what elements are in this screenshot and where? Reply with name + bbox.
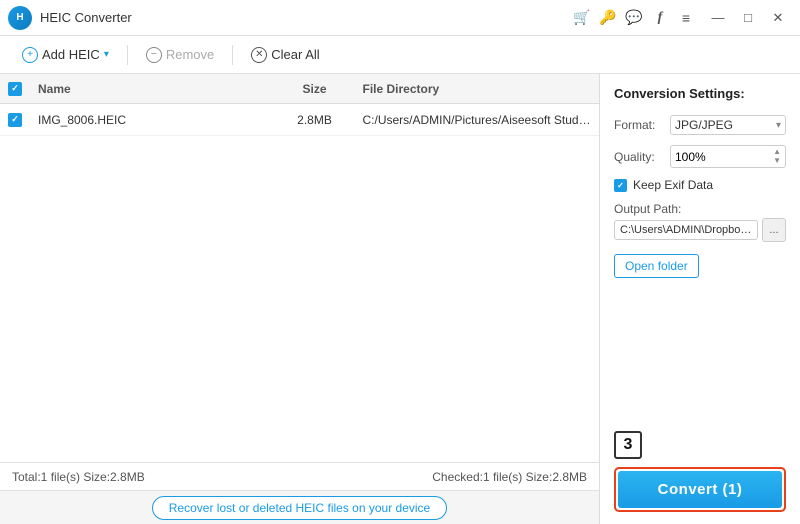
header-checkbox[interactable]: [8, 82, 22, 96]
quality-down-arrow[interactable]: ▼: [773, 157, 781, 165]
toolbar-sep-2: [232, 45, 233, 65]
menu-icon[interactable]: ≡: [676, 8, 696, 28]
quality-up-arrow[interactable]: ▲: [773, 148, 781, 156]
table-row[interactable]: IMG_8006.HEIC 2.8MB C:/Users/ADMIN/Pictu…: [0, 104, 599, 136]
clear-label: Clear All: [271, 47, 319, 62]
clear-all-button[interactable]: ✕ Clear All: [241, 43, 329, 67]
table-body: IMG_8006.HEIC 2.8MB C:/Users/ADMIN/Pictu…: [0, 104, 599, 462]
status-right: Checked:1 file(s) Size:2.8MB: [304, 470, 588, 484]
quality-row: Quality: 100% ▲ ▼: [614, 145, 786, 168]
minimize-button[interactable]: —: [704, 4, 732, 32]
row-checkbox[interactable]: [8, 113, 22, 127]
file-panel: Name Size File Directory IMG_8006.HEIC 2…: [0, 74, 600, 524]
key-icon[interactable]: 🔑: [598, 8, 618, 28]
col-header-check: [0, 82, 30, 96]
output-path-section: Output Path: C:\Users\ADMIN\Dropbox\PC\ …: [614, 202, 786, 242]
row-directory: C:/Users/ADMIN/Pictures/Aiseesoft Studio…: [355, 113, 600, 127]
row-checkbox-cell: [0, 113, 30, 127]
format-value: JPG/JPEG: [675, 118, 733, 132]
quality-input[interactable]: 100% ▲ ▼: [670, 145, 786, 168]
browse-button[interactable]: ...: [762, 218, 786, 242]
format-row: Format: JPG/JPEG ▾: [614, 115, 786, 135]
convert-button-wrapper: Convert (1): [614, 467, 786, 512]
remove-icon: −: [146, 47, 162, 63]
clear-icon: ✕: [251, 47, 267, 63]
toolbar-sep-1: [127, 45, 128, 65]
titlebar-extra-icons: 🛒 🔑 💬 f ≡: [572, 8, 696, 28]
convert-section: 3 Convert (1): [614, 421, 786, 512]
status-left: Total:1 file(s) Size:2.8MB: [12, 470, 296, 484]
maximize-button[interactable]: □: [734, 4, 762, 32]
toolbar: + Add HEIC ▾ − Remove ✕ Clear All: [0, 36, 800, 74]
output-path-label: Output Path:: [614, 202, 786, 216]
add-heic-button[interactable]: + Add HEIC ▾: [12, 43, 119, 67]
col-header-name: Name: [30, 82, 275, 96]
col-header-dir: File Directory: [355, 82, 600, 96]
exif-label: Keep Exif Data: [633, 178, 713, 192]
remove-label: Remove: [166, 47, 214, 62]
quality-label: Quality:: [614, 150, 664, 164]
output-path-box: C:\Users\ADMIN\Dropbox\PC\: [614, 220, 758, 240]
title-bar: H HEIC Converter 🛒 🔑 💬 f ≡ — □ ✕: [0, 0, 800, 36]
add-label: Add HEIC: [42, 47, 100, 62]
row-size: 2.8MB: [275, 113, 355, 127]
remove-button[interactable]: − Remove: [136, 43, 224, 67]
recover-bar: Recover lost or deleted HEIC files on yo…: [0, 490, 599, 524]
row-checkbox-wrap: [8, 113, 22, 127]
add-dropdown-arrow: ▾: [104, 49, 109, 60]
cart-icon[interactable]: 🛒: [572, 8, 592, 28]
chat-icon[interactable]: 💬: [624, 8, 644, 28]
status-bar: Total:1 file(s) Size:2.8MB Checked:1 fil…: [0, 462, 599, 490]
settings-panel: Conversion Settings: Format: JPG/JPEG ▾ …: [600, 74, 800, 524]
add-icon: +: [22, 47, 38, 63]
quality-arrows: ▲ ▼: [773, 148, 781, 165]
output-path-row: C:\Users\ADMIN\Dropbox\PC\ ...: [614, 218, 786, 242]
step-3-badge: 3: [614, 431, 642, 459]
quality-value: 100%: [675, 150, 706, 164]
facebook-icon[interactable]: f: [650, 8, 670, 28]
row-name: IMG_8006.HEIC: [30, 113, 275, 127]
app-logo: H: [8, 6, 32, 30]
window-controls: — □ ✕: [704, 4, 792, 32]
exif-row: Keep Exif Data: [614, 178, 786, 192]
settings-title: Conversion Settings:: [614, 86, 786, 101]
main-content: Name Size File Directory IMG_8006.HEIC 2…: [0, 74, 800, 524]
format-dropdown-arrow: ▾: [776, 120, 781, 131]
open-folder-button[interactable]: Open folder: [614, 254, 699, 278]
exif-checkbox[interactable]: [614, 179, 627, 192]
table-header: Name Size File Directory: [0, 74, 599, 104]
recover-button[interactable]: Recover lost or deleted HEIC files on yo…: [152, 496, 447, 520]
format-label: Format:: [614, 118, 664, 132]
close-button[interactable]: ✕: [764, 4, 792, 32]
col-header-size: Size: [275, 82, 355, 96]
app-title: HEIC Converter: [40, 10, 572, 25]
convert-button[interactable]: Convert (1): [618, 471, 782, 508]
format-select[interactable]: JPG/JPEG ▾: [670, 115, 786, 135]
step-badge-row: 3: [614, 431, 786, 459]
